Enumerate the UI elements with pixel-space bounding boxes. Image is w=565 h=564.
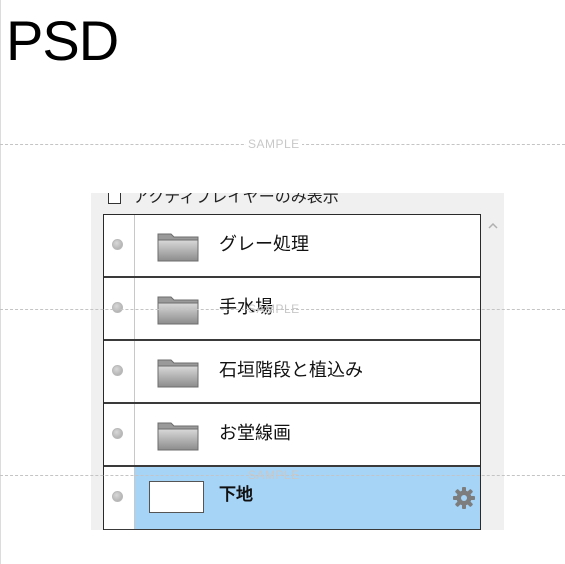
folder-icon [157,296,199,325]
visibility-toggle[interactable] [104,404,135,465]
layer-row[interactable]: グレー処理 [104,215,480,278]
chevron-up-icon[interactable] [486,219,500,233]
visibility-dot-icon [112,491,123,502]
gear-icon[interactable] [452,486,476,510]
visibility-dot-icon [112,428,123,439]
layer-row-selected[interactable]: 下地 [104,467,480,530]
active-layer-only-label: アクティブレイヤーのみ表示 [133,193,339,206]
visibility-dot-icon [112,239,123,250]
folder-icon [157,422,199,451]
visibility-toggle[interactable] [104,467,135,529]
visibility-dot-icon [112,302,123,313]
layer-name: グレー処理 [219,234,309,255]
layer-name: 手水場 [219,297,273,318]
layer-row[interactable]: 手水場 [104,278,480,341]
visibility-toggle[interactable] [104,341,135,402]
layer-list: グレー処理 手水場 石垣階段と植込み お堂線画 下地 [103,214,481,530]
active-layer-only-checkbox[interactable] [108,193,121,204]
watermark-rule [0,144,565,145]
watermark-text: SAMPLE [246,137,302,151]
page-title: PSD [6,9,119,72]
watermark-line: SAMPLE [0,137,565,151]
visibility-dot-icon [112,365,123,376]
layer-row[interactable]: 石垣階段と植込み [104,341,480,404]
folder-icon [157,359,199,388]
visibility-toggle[interactable] [104,215,135,276]
layer-name: 下地 [219,485,253,505]
active-layer-only-option[interactable]: アクティブレイヤーのみ表示 [108,193,339,205]
layer-panel: アクティブレイヤーのみ表示 グレー処理 手水場 石垣階段と植込み お堂線画 下地 [91,193,504,530]
layer-name: お堂線画 [219,423,291,444]
layer-name: 石垣階段と植込み [219,360,363,381]
layer-thumbnail [149,481,204,513]
layer-row[interactable]: お堂線画 [104,404,480,467]
visibility-toggle[interactable] [104,278,135,339]
page-left-border [0,0,1,564]
folder-icon [157,233,199,262]
